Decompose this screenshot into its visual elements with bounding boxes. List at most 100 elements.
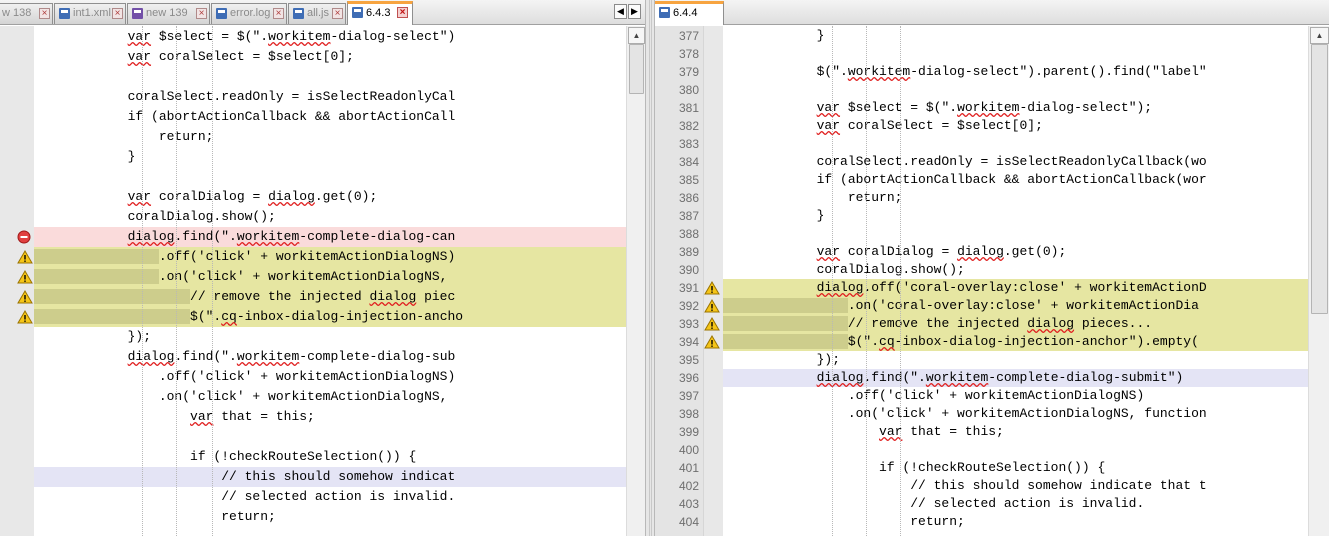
- scroll-up-button[interactable]: ▲: [628, 27, 645, 44]
- left-code-view[interactable]: var $select = $(".workitem-dialog-select…: [34, 26, 626, 536]
- scroll-thumb[interactable]: [629, 44, 644, 94]
- line-number: 395: [678, 353, 699, 367]
- code-line[interactable]: // selected action is invalid.: [723, 495, 1308, 513]
- code-line[interactable]: coralSelect.readOnly = isSelectReadonlyC…: [723, 153, 1308, 171]
- scroll-up-button[interactable]: ▲: [1310, 27, 1329, 44]
- tab-int1-xml[interactable]: int1.xml ×: [54, 3, 126, 24]
- code-line[interactable]: var coralDialog = dialog.get(0);: [723, 243, 1308, 261]
- line-number: 394: [678, 335, 699, 349]
- code-line[interactable]: if (!checkRouteSelection()) {: [723, 459, 1308, 477]
- tab-error-log[interactable]: error.log ×: [211, 3, 287, 24]
- code-line[interactable]: var coralDialog = dialog.get(0);: [34, 187, 626, 207]
- tab-label: new 139: [146, 7, 188, 19]
- tab-w-138[interactable]: w 138 ×: [0, 3, 53, 24]
- code-line[interactable]: return;: [34, 507, 626, 527]
- close-icon[interactable]: ×: [39, 8, 50, 19]
- code-line[interactable]: dialog.find(".workitem-complete-dialog-c…: [34, 227, 626, 247]
- code-line[interactable]: }: [34, 147, 626, 167]
- code-line[interactable]: var $select = $(".workitem-dialog-select…: [34, 27, 626, 47]
- code-line[interactable]: [723, 81, 1308, 99]
- line-number: 392: [678, 299, 699, 313]
- tab-label: error.log: [230, 7, 271, 19]
- code-line[interactable]: if (!checkRouteSelection()) {: [34, 447, 626, 467]
- tab-scroll-left-button[interactable]: ◀: [614, 4, 627, 19]
- code-line[interactable]: [34, 67, 626, 87]
- code-line[interactable]: // selected action is invalid.: [34, 487, 626, 507]
- code-line[interactable]: if (abortActionCallback && abortActionCa…: [34, 107, 626, 127]
- code-line[interactable]: return;: [723, 189, 1308, 207]
- code-line[interactable]: var $select = $(".workitem-dialog-select…: [723, 99, 1308, 117]
- pane-splitter[interactable]: [645, 0, 655, 536]
- right-compare-pane: 6.4.4 377 378 379 380 381 382 383 384 385 386 387 3…: [655, 0, 1329, 536]
- code-line[interactable]: coralSelect.readOnly = isSelectReadonlyC…: [34, 87, 626, 107]
- file-icon: [352, 7, 363, 18]
- code-line[interactable]: }: [723, 207, 1308, 225]
- line-number: 380: [678, 83, 699, 97]
- code-line[interactable]: .off('click' + workitemActionDialogNS): [723, 387, 1308, 405]
- line-number: 383: [678, 137, 699, 151]
- close-icon[interactable]: ×: [397, 7, 408, 18]
- code-line[interactable]: coralDialog.show();: [34, 207, 626, 227]
- code-line[interactable]: var that = this;: [723, 423, 1308, 441]
- code-line[interactable]: .on('coral-overlay:close' + workitemActi…: [723, 297, 1308, 315]
- code-line[interactable]: $(".cq-inbox-dialog-injection-ancho: [34, 307, 626, 327]
- code-line[interactable]: .off('click' + workitemActionDialogNS): [34, 367, 626, 387]
- code-line[interactable]: if (abortActionCallback && abortActionCa…: [723, 171, 1308, 189]
- tab-scroll-right-button[interactable]: ▶: [628, 4, 641, 19]
- close-icon[interactable]: ×: [332, 8, 343, 19]
- tab-new-139[interactable]: new 139 ×: [127, 3, 210, 24]
- code-line[interactable]: // this should somehow indicat: [34, 467, 626, 487]
- code-line[interactable]: // remove the injected dialog pieces...: [723, 315, 1308, 333]
- code-line[interactable]: .off('click' + workitemActionDialogNS): [34, 247, 626, 267]
- scroll-thumb[interactable]: [1311, 44, 1328, 314]
- code-line[interactable]: var that = this;: [34, 407, 626, 427]
- close-icon[interactable]: ×: [273, 8, 284, 19]
- code-line[interactable]: [34, 167, 626, 187]
- right-code-view[interactable]: } $(".workitem-dialog-select").parent().…: [723, 26, 1308, 536]
- close-icon[interactable]: ×: [196, 8, 207, 19]
- code-line[interactable]: return;: [34, 127, 626, 147]
- tab-6-4-4[interactable]: 6.4.4: [655, 1, 724, 25]
- code-line[interactable]: coralDialog.show();: [723, 261, 1308, 279]
- code-line[interactable]: $(".workitem-dialog-select").parent().fi…: [723, 63, 1308, 81]
- code-line[interactable]: });: [34, 327, 626, 347]
- tab-6-4-3[interactable]: 6.4.3 ×: [347, 1, 413, 25]
- code-line[interactable]: // this should somehow indicate that t: [723, 477, 1308, 495]
- file-icon: [293, 8, 304, 19]
- line-number: 401: [678, 461, 699, 475]
- code-line[interactable]: // remove the injected dialog piec: [34, 287, 626, 307]
- code-line[interactable]: .on('click' + workitemActionDialogNS,: [34, 267, 626, 287]
- warning-icon: [704, 317, 720, 331]
- code-line[interactable]: }: [723, 27, 1308, 45]
- tab-all-js[interactable]: all.js ×: [288, 3, 346, 24]
- warning-icon: [704, 299, 720, 313]
- code-line[interactable]: [34, 427, 626, 447]
- file-icon: [132, 8, 143, 19]
- code-line[interactable]: return;: [723, 513, 1308, 531]
- indent-guide: [176, 26, 177, 536]
- file-icon: [59, 8, 70, 19]
- code-line[interactable]: [723, 225, 1308, 243]
- code-line[interactable]: dialog.find(".workitem-complete-dialog-s…: [723, 369, 1308, 387]
- code-line[interactable]: dialog.find(".workitem-complete-dialog-s…: [34, 347, 626, 367]
- code-line[interactable]: var coralSelect = $select[0];: [34, 47, 626, 67]
- left-vertical-scrollbar[interactable]: ▲: [626, 26, 645, 536]
- line-number: 385: [678, 173, 699, 187]
- code-line[interactable]: dialog.off('coral-overlay:close' + worki…: [723, 279, 1308, 297]
- code-line[interactable]: [723, 135, 1308, 153]
- code-line[interactable]: [723, 441, 1308, 459]
- warning-icon: [704, 335, 720, 349]
- code-line[interactable]: .on('click' + workitemActionDialogNS,: [34, 387, 626, 407]
- left-tab-bar: w 138 × int1.xml × new 139 × error.log ×…: [0, 0, 645, 25]
- line-number: 404: [678, 515, 699, 529]
- close-icon[interactable]: ×: [112, 8, 123, 19]
- warning-icon: [17, 290, 33, 304]
- line-number: 389: [678, 245, 699, 259]
- warning-icon: [17, 250, 33, 264]
- code-line[interactable]: });: [723, 351, 1308, 369]
- code-line[interactable]: [723, 45, 1308, 63]
- right-vertical-scrollbar[interactable]: ▲: [1308, 26, 1329, 536]
- code-line[interactable]: .on('click' + workitemActionDialogNS, fu…: [723, 405, 1308, 423]
- code-line[interactable]: var coralSelect = $select[0];: [723, 117, 1308, 135]
- code-line[interactable]: $(".cq-inbox-dialog-injection-anchor").e…: [723, 333, 1308, 351]
